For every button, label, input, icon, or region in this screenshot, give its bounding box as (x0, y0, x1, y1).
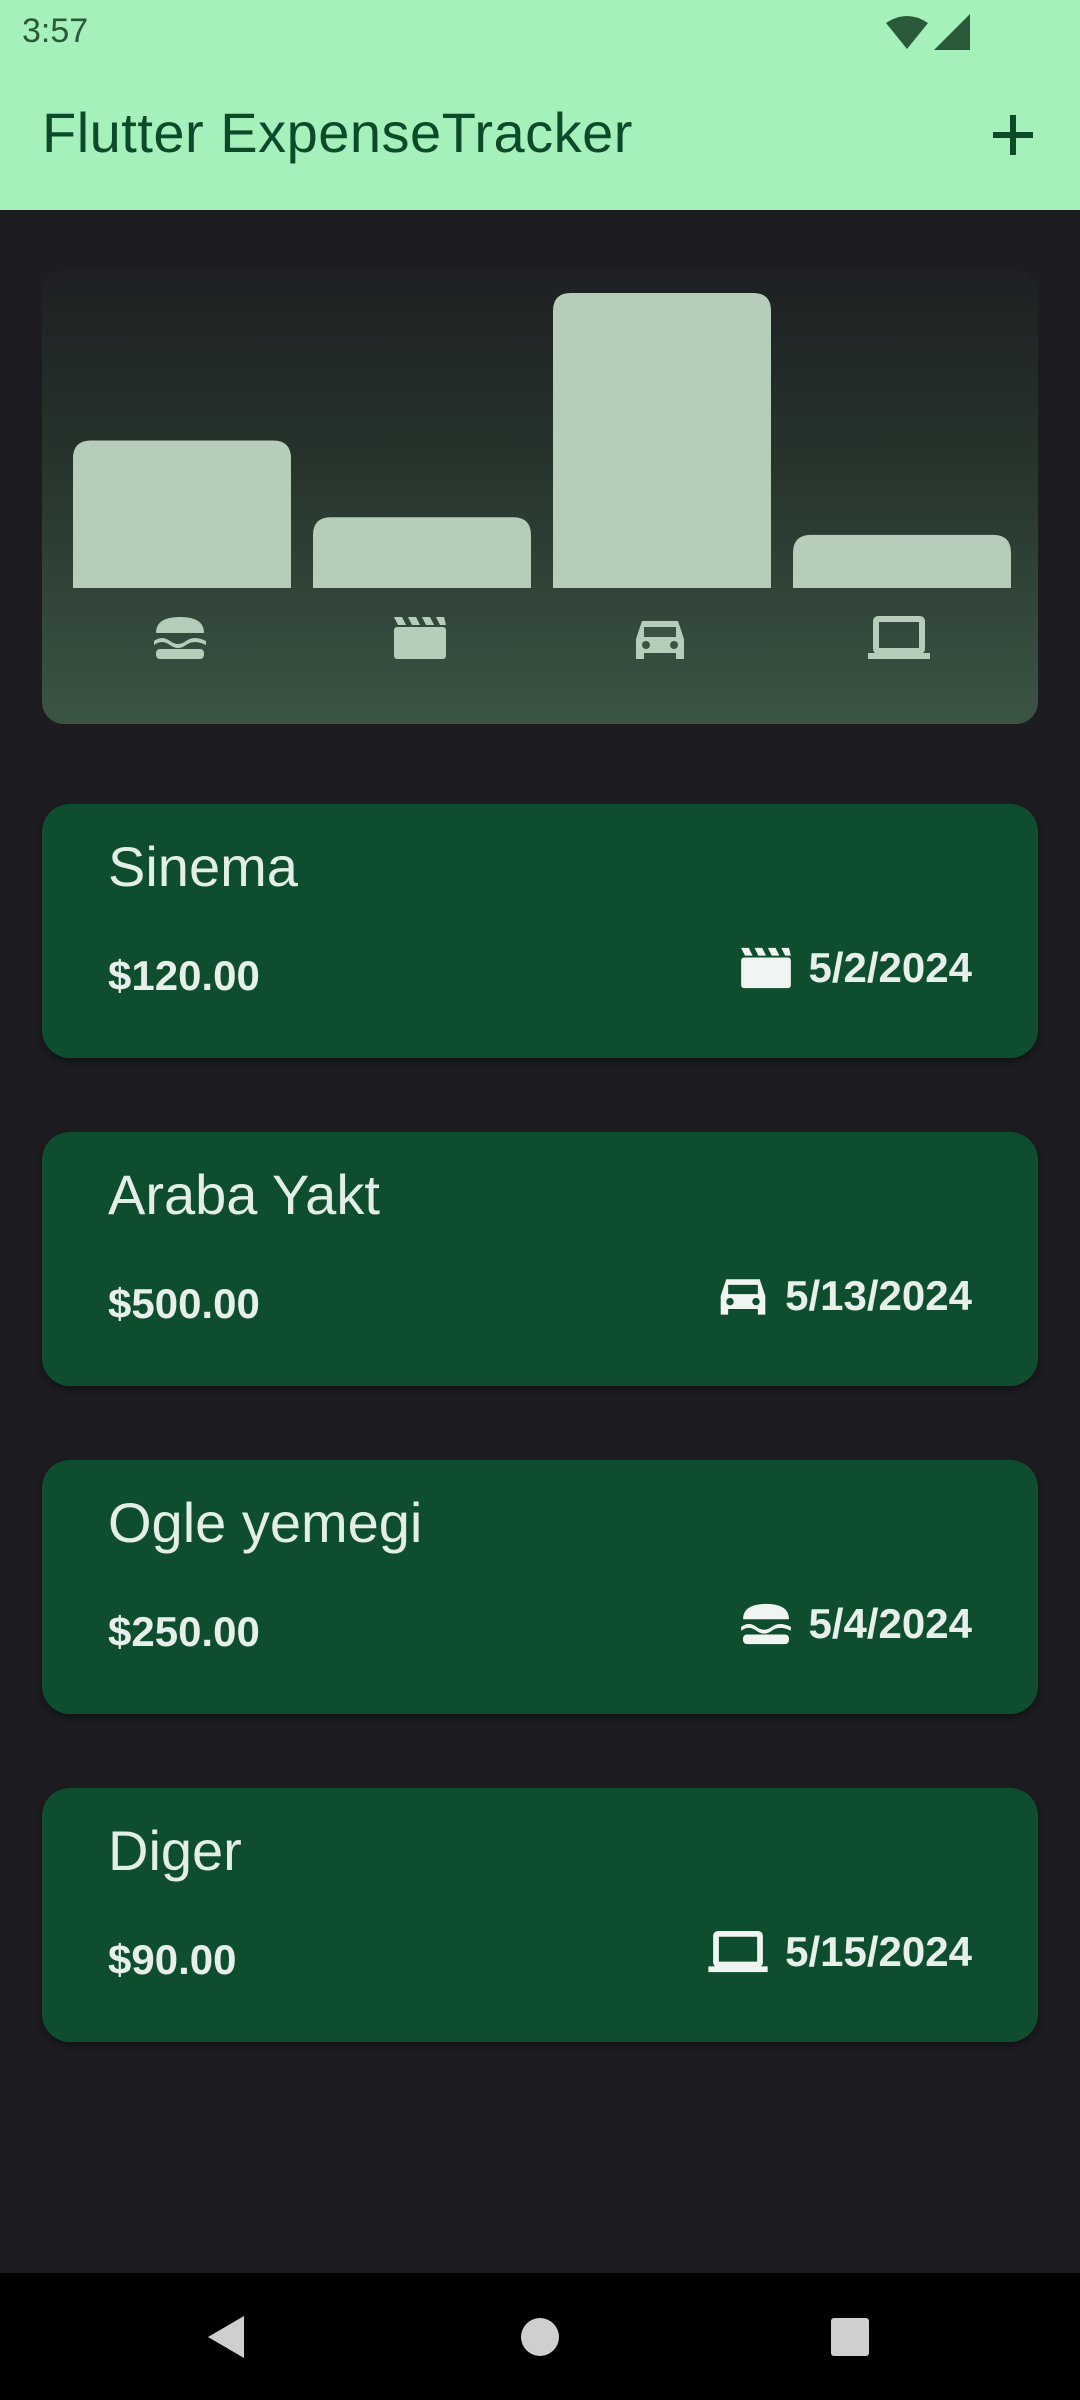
expense-card[interactable]: Ogle yemegi $250.00 5/4/2024 (42, 1460, 1038, 1714)
plus-icon (993, 115, 1033, 155)
screen: 3:57 Flutter ExpenseTracker Sinema $120.… (0, 0, 1080, 2400)
chart-bar-leisure (313, 517, 531, 588)
recents-icon (831, 2317, 869, 2356)
expense-meta: 5/4/2024 (739, 1600, 973, 1648)
recents-button[interactable] (780, 2273, 920, 2400)
expense-date: 5/2/2024 (808, 944, 973, 991)
burger-icon (154, 617, 206, 659)
signal-icon (934, 14, 970, 50)
expense-title: Araba Yakt (108, 1163, 380, 1226)
expense-date: 5/13/2024 (785, 1272, 972, 1319)
app-title: Flutter ExpenseTracker (42, 101, 633, 164)
chart-icon-food (152, 615, 208, 666)
expense-chart (42, 270, 1038, 724)
chart-icon-travel (632, 615, 688, 668)
add-expense-button[interactable] (978, 100, 1048, 170)
chart-icon-leisure (392, 615, 448, 666)
app-bar: 3:57 Flutter ExpenseTracker (0, 0, 1080, 210)
burger-icon (739, 1602, 793, 1646)
expense-title: Ogle yemegi (108, 1491, 423, 1554)
movie-clapper-icon (394, 617, 446, 659)
chart-bar-travel (553, 293, 771, 588)
chart-bar-food (73, 440, 291, 588)
expense-card[interactable]: Diger $90.00 5/15/2024 (42, 1788, 1038, 2042)
expense-title: Diger (108, 1819, 242, 1882)
back-button[interactable] (156, 2273, 296, 2400)
expense-title: Sinema (108, 835, 298, 898)
system-nav-bar (0, 2273, 1080, 2400)
chart-bar-work (793, 534, 1011, 588)
expense-meta: 5/13/2024 (717, 1272, 972, 1320)
expense-meta: 5/2/2024 (739, 944, 973, 992)
expense-amount: $90.00 (108, 1936, 237, 1983)
expense-date: 5/4/2024 (808, 1600, 973, 1647)
car-icon (636, 621, 684, 659)
status-icons (886, 14, 970, 50)
chart-icons-row (42, 615, 1038, 685)
car-icon (717, 1273, 769, 1319)
expense-meta: 5/15/2024 (707, 1928, 972, 1976)
movie-clapper-icon (739, 946, 793, 990)
home-button[interactable] (470, 2273, 610, 2400)
expense-card[interactable]: Araba Yakt $500.00 5/13/2024 (42, 1132, 1038, 1386)
home-icon (521, 2317, 559, 2356)
chart-icon-work (868, 615, 930, 666)
status-time: 3:57 (22, 12, 89, 50)
expense-amount: $250.00 (108, 1608, 260, 1655)
expense-amount: $120.00 (108, 952, 260, 999)
back-icon (208, 2315, 244, 2358)
expense-amount: $500.00 (108, 1280, 260, 1327)
expense-card[interactable]: Sinema $120.00 5/2/2024 (42, 804, 1038, 1058)
wifi-icon (886, 16, 928, 49)
expense-date: 5/15/2024 (785, 1928, 972, 1975)
laptop-icon (868, 616, 930, 659)
laptop-icon (707, 1930, 769, 1974)
